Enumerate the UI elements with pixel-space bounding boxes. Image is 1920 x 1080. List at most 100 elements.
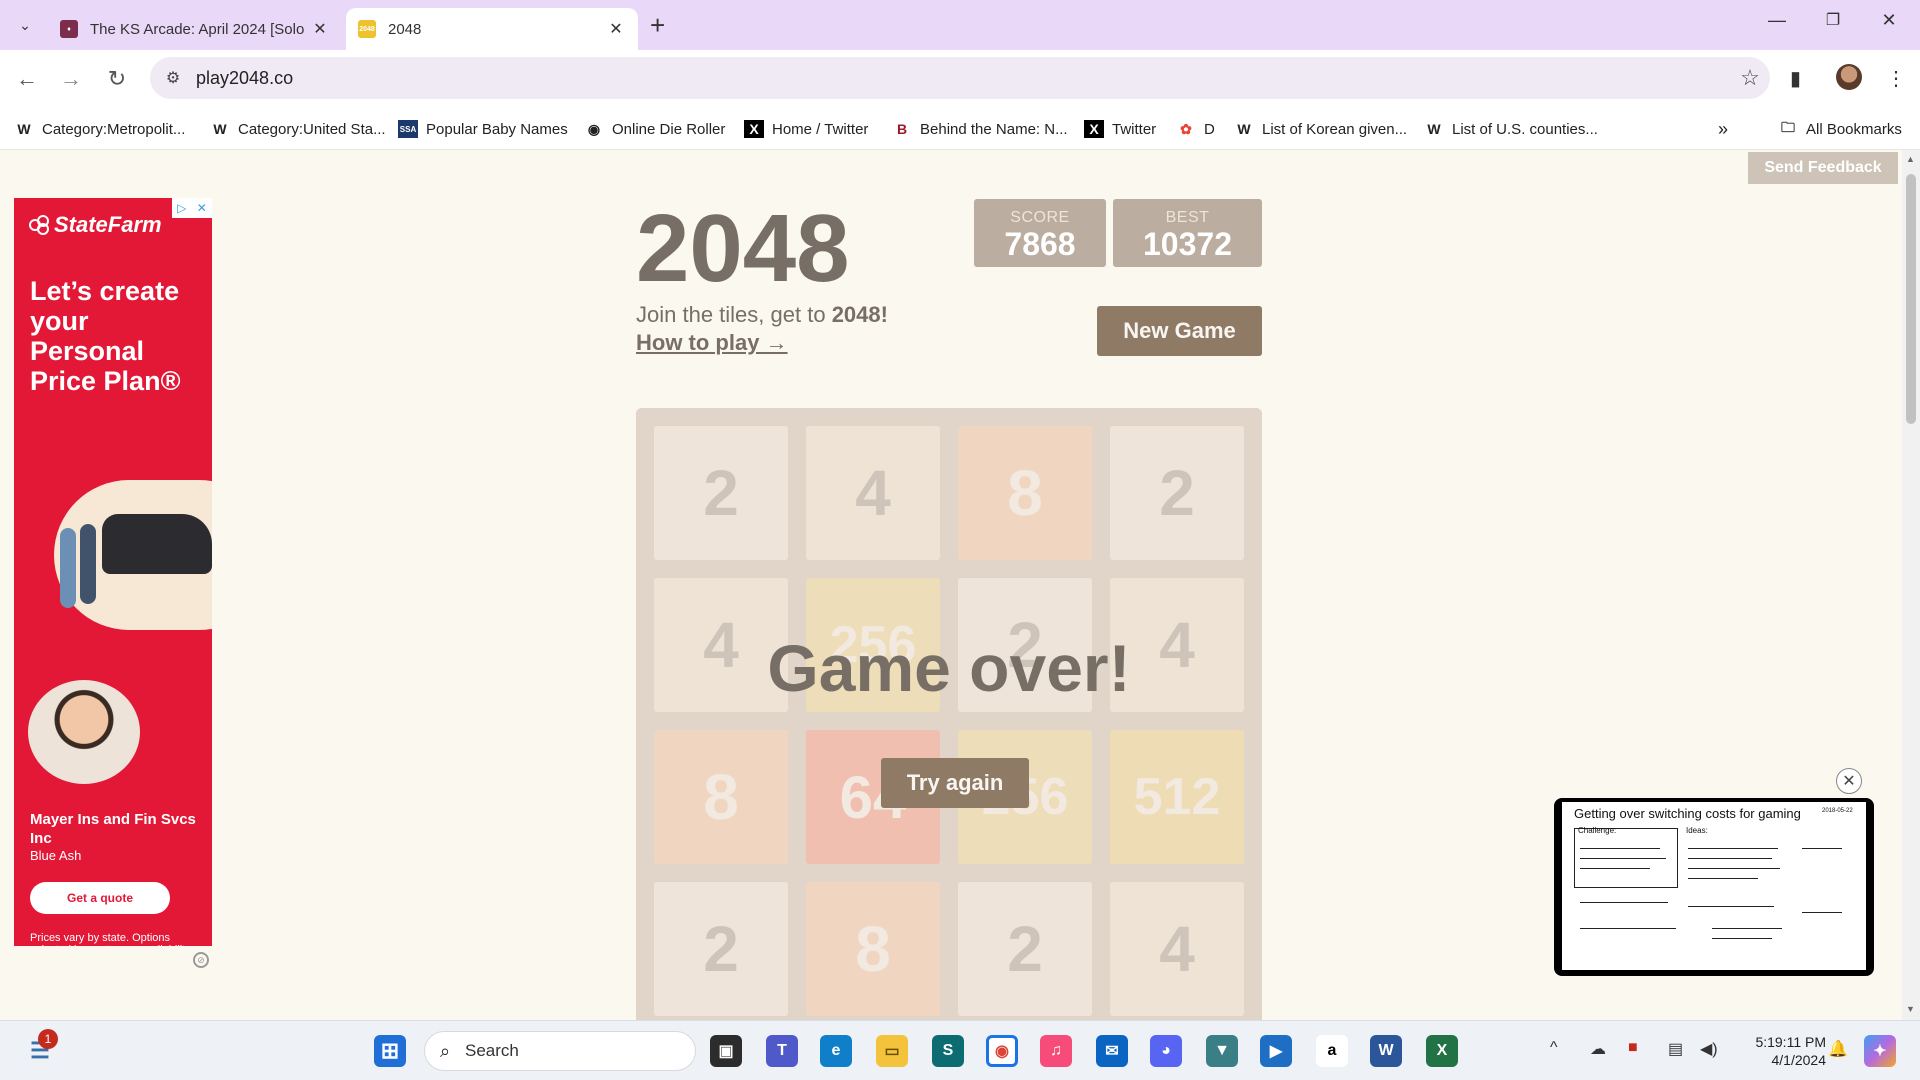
close-window-button[interactable]: ✕ <box>1874 10 1904 31</box>
sketchnote-title: Getting over switching costs for gaming <box>1574 806 1801 821</box>
restore-button[interactable]: ❐ <box>1818 10 1848 30</box>
wolf-app-icon[interactable]: ▼ <box>1206 1035 1238 1067</box>
tab-ks-arcade[interactable]: ♦ The KS Arcade: April 2024 [Solo ✕ <box>48 8 342 50</box>
mail-icon[interactable]: ✉ <box>1096 1035 1128 1067</box>
close-icon[interactable]: ✕ <box>197 201 207 215</box>
bookmark-item[interactable]: X Twitter <box>1084 116 1156 142</box>
edge-icon[interactable]: e <box>820 1035 852 1067</box>
person-image <box>60 528 76 608</box>
best-box: BEST 10372 <box>1113 199 1262 267</box>
close-icon[interactable]: ✕ <box>1836 768 1862 794</box>
statefarm-ad[interactable]: StateFarm Let’s create your Personal Pri… <box>14 198 212 946</box>
bookmark-item[interactable]: SSA Popular Baby Names <box>398 116 568 142</box>
back-button[interactable]: ← <box>12 64 42 94</box>
menu-icon[interactable]: ⋮ <box>1886 66 1906 91</box>
profile-avatar[interactable] <box>1836 64 1862 90</box>
ad-choices-badge[interactable]: ▷ ✕ <box>172 198 212 218</box>
task-view-icon[interactable]: ▣ <box>710 1035 742 1067</box>
amazon-icon[interactable]: a <box>1316 1035 1348 1067</box>
forward-button[interactable]: → <box>56 64 86 94</box>
taskbar-search[interactable]: ⌕ Search <box>424 1031 696 1071</box>
site-settings-icon[interactable]: ⚙ <box>150 68 196 88</box>
taskbar-clock[interactable]: 5:19:11 PM 4/1/2024 <box>1726 1033 1826 1069</box>
score-label: SCORE <box>1010 209 1070 226</box>
scroll-down-icon[interactable]: ▼ <box>1906 1004 1915 1014</box>
how-to-play-link[interactable]: How to play → <box>636 330 788 356</box>
browser-toolbar: ← → ↻ ⚙ play2048.co ☆ ▮ ⋮ <box>0 50 1920 108</box>
notifications-bell-icon[interactable]: 🔔 <box>1828 1039 1848 1059</box>
reload-button[interactable]: ↻ <box>102 64 132 94</box>
bookmark-item[interactable]: W Category:United Sta... <box>210 116 385 142</box>
tab-2048[interactable]: 2048 2048 ✕ <box>346 8 638 50</box>
copilot-icon[interactable]: ✦ <box>1864 1035 1896 1067</box>
ad-info-icon: ▷ <box>177 201 187 215</box>
side-panel-icon[interactable]: ▮ <box>1790 66 1801 91</box>
scribble-line <box>1688 848 1778 849</box>
person-image <box>80 524 96 604</box>
behind-the-name-icon: B <box>896 121 908 137</box>
bookmark-item[interactable]: W List of U.S. counties... <box>1424 116 1598 142</box>
ideas-label: Ideas: <box>1686 826 1708 835</box>
ad-settings-icon[interactable]: ⊘ <box>193 952 209 968</box>
app-tray-icon[interactable]: ■ <box>1628 1039 1638 1057</box>
network-icon[interactable]: ▤ <box>1668 1039 1683 1059</box>
statefarm-logo-icon <box>29 215 49 235</box>
close-icon[interactable]: ✕ <box>606 19 626 39</box>
scribble-line <box>1580 902 1668 903</box>
file-explorer-icon[interactable]: ▭ <box>876 1035 908 1067</box>
wikipedia-icon: W <box>213 121 227 137</box>
page-scrollbar[interactable]: ▲ ▼ <box>1902 150 1920 1020</box>
discord-icon[interactable]: ◕ <box>1150 1035 1182 1067</box>
tab-search-button[interactable]: ⌄ <box>10 10 40 40</box>
x-icon: X <box>744 120 764 138</box>
sketch-video-popup[interactable]: Getting over switching costs for gaming … <box>1554 798 1874 976</box>
itunes-icon[interactable]: ♫ <box>1040 1035 1072 1067</box>
app-s-icon[interactable]: S <box>932 1035 964 1067</box>
excel-icon[interactable]: X <box>1426 1035 1458 1067</box>
page-content: Send Feedback StateFarm Let’s create you… <box>0 150 1902 1020</box>
volume-icon[interactable]: ◀) <box>1700 1039 1718 1059</box>
bookmark-item[interactable]: B Behind the Name: N... <box>892 116 1068 142</box>
statefarm-logo: StateFarm <box>28 212 162 238</box>
try-again-button[interactable]: Try again <box>881 758 1029 808</box>
bookmark-item[interactable]: W Category:Metropolit... <box>14 116 185 142</box>
scrollbar-thumb[interactable] <box>1906 174 1916 424</box>
scribble-line <box>1580 868 1650 869</box>
agent-photo <box>28 680 140 784</box>
bookmark-star-icon[interactable]: ☆ <box>1730 65 1770 91</box>
windows-taskbar: ☰ 1 ⊞ ⌕ Search ▣ T e ▭ S ◉ ♫ ✉ ◕ ▼ ▶ a W… <box>0 1020 1920 1080</box>
start-icon[interactable]: ⊞ <box>374 1035 406 1067</box>
more-bookmarks-icon[interactable]: » <box>1718 116 1728 142</box>
ad-headline: Let’s create your Personal Price Plan® <box>30 276 181 396</box>
send-feedback-button[interactable]: Send Feedback <box>1748 152 1898 184</box>
scroll-up-icon[interactable]: ▲ <box>1906 154 1915 164</box>
sketchnote-image: Getting over switching costs for gaming … <box>1562 802 1866 970</box>
address-bar[interactable]: ⚙ play2048.co ☆ <box>150 57 1770 99</box>
folder-icon: 🗀 <box>1781 119 1795 135</box>
media-player-icon[interactable]: ▶ <box>1260 1035 1292 1067</box>
new-tab-button[interactable]: + <box>650 12 665 38</box>
scribble-line <box>1688 878 1758 879</box>
new-game-button[interactable]: New Game <box>1097 306 1262 356</box>
tab-title: The KS Arcade: April 2024 [Solo <box>90 20 305 38</box>
minimize-button[interactable]: — <box>1762 10 1792 31</box>
url-text[interactable]: play2048.co <box>196 68 1730 89</box>
cloud-icon[interactable]: ☁ <box>1590 1039 1606 1059</box>
best-value: 10372 <box>1143 226 1232 262</box>
all-bookmarks-button[interactable]: 🗀 All Bookmarks <box>1778 116 1902 142</box>
bookmark-item[interactable]: W List of Korean given... <box>1234 116 1407 142</box>
bookmark-item[interactable]: ◉ Online Die Roller <box>584 116 726 142</box>
chrome-icon[interactable]: ◉ <box>986 1035 1018 1067</box>
teams-icon[interactable]: T <box>766 1035 798 1067</box>
close-icon[interactable]: ✕ <box>310 19 330 39</box>
word-icon[interactable]: W <box>1370 1035 1402 1067</box>
scribble-line <box>1712 938 1772 939</box>
sketchnote-date: 2018-05-22 <box>1822 808 1853 814</box>
wikipedia-icon: W <box>1427 121 1441 137</box>
get-quote-button[interactable]: Get a quote <box>30 882 170 914</box>
chevron-up-icon[interactable]: ^ <box>1550 1039 1558 1057</box>
bookmark-item[interactable]: X Home / Twitter <box>744 116 868 142</box>
search-placeholder: Search <box>465 1041 519 1060</box>
ks-arcade-favicon-icon: ♦ <box>60 20 78 38</box>
bookmark-item[interactable]: ✿ D <box>1176 116 1215 142</box>
